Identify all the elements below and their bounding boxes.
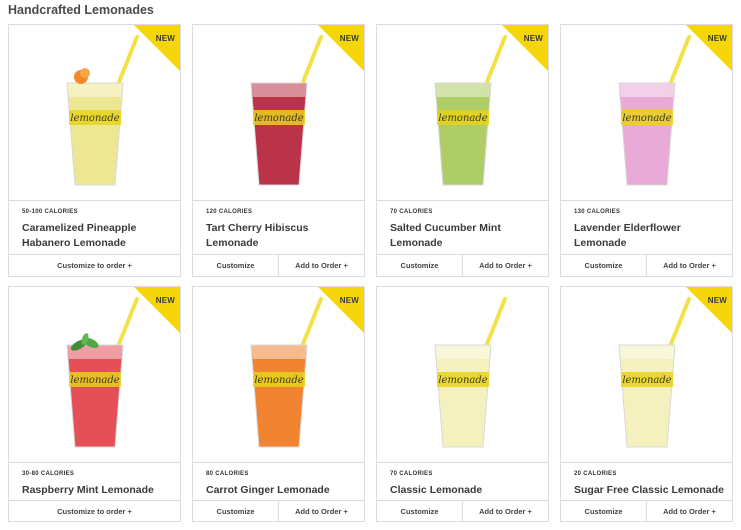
product-card-classic-lemonade[interactable]: lemonade 70 CALORIES Classic Lemonade Cu… bbox=[376, 286, 549, 522]
new-badge: NEW bbox=[318, 287, 364, 333]
calories-label: 70 CALORIES bbox=[390, 209, 433, 215]
divider bbox=[193, 200, 364, 201]
card-actions: Customize Add to Order + bbox=[193, 500, 364, 521]
calories-label: 20 CALORIES bbox=[574, 471, 617, 477]
cup-label: lemonade bbox=[622, 375, 671, 386]
product-name[interactable]: Caramelized Pineapple Habanero Lemonade bbox=[22, 221, 172, 251]
product-name[interactable]: Sugar Free Classic Lemonade bbox=[574, 483, 724, 498]
divider bbox=[377, 462, 548, 463]
calories-label: 50-100 CALORIES bbox=[22, 209, 78, 215]
product-image[interactable]: lemonade bbox=[377, 287, 548, 462]
customize-button[interactable]: Customize bbox=[193, 501, 278, 521]
product-card-raspberry-mint-lemonade[interactable]: lemonade NEW 30-80 CALORIES Raspberry Mi… bbox=[8, 286, 181, 522]
cup-label: lemonade bbox=[438, 375, 487, 386]
divider bbox=[561, 200, 732, 201]
lemonade-cup-icon: lemonade bbox=[434, 297, 507, 448]
divider bbox=[9, 462, 180, 463]
card-actions: Customize Add to Order + bbox=[561, 254, 732, 276]
product-name[interactable]: Lavender Elderflower Lemonade bbox=[574, 221, 724, 251]
divider bbox=[561, 462, 732, 463]
divider bbox=[377, 200, 548, 201]
customize-to-order-button[interactable]: Customize to order + bbox=[9, 501, 180, 521]
card-actions: Customize to order + bbox=[9, 254, 180, 276]
product-card-tart-cherry-hibiscus-lemonade[interactable]: lemonade NEW 120 CALORIES Tart Cherry Hi… bbox=[192, 24, 365, 277]
add-to-order-button[interactable]: Add to Order + bbox=[646, 501, 732, 521]
new-badge: NEW bbox=[686, 25, 732, 71]
product-name[interactable]: Classic Lemonade bbox=[390, 483, 540, 498]
new-badge: NEW bbox=[686, 287, 732, 333]
add-to-order-button[interactable]: Add to Order + bbox=[278, 501, 364, 521]
customize-button[interactable]: Customize bbox=[377, 255, 462, 276]
customize-button[interactable]: Customize bbox=[193, 255, 278, 276]
add-to-order-button[interactable]: Add to Order + bbox=[462, 501, 548, 521]
add-to-order-button[interactable]: Add to Order + bbox=[646, 255, 732, 276]
calories-label: 70 CALORIES bbox=[390, 471, 433, 477]
customize-to-order-button[interactable]: Customize to order + bbox=[9, 255, 180, 276]
card-actions: Customize Add to Order + bbox=[377, 254, 548, 276]
product-name[interactable]: Carrot Ginger Lemonade bbox=[206, 483, 356, 498]
divider bbox=[9, 200, 180, 201]
card-actions: Customize Add to Order + bbox=[193, 254, 364, 276]
product-grid: lemonade NEW 50-100 CALORIES Caramelized… bbox=[8, 24, 733, 522]
cup-label: lemonade bbox=[622, 113, 671, 124]
customize-button[interactable]: Customize bbox=[377, 501, 462, 521]
add-to-order-button[interactable]: Add to Order + bbox=[462, 255, 548, 276]
card-actions: Customize Add to Order + bbox=[561, 500, 732, 521]
product-card-lavender-elderflower-lemonade[interactable]: lemonade NEW 130 CALORIES Lavender Elder… bbox=[560, 24, 733, 277]
cup-label: lemonade bbox=[70, 113, 119, 124]
new-badge: NEW bbox=[134, 25, 180, 71]
card-actions: Customize to order + bbox=[9, 500, 180, 521]
product-name[interactable]: Tart Cherry Hibiscus Lemonade bbox=[206, 221, 356, 251]
calories-label: 130 CALORIES bbox=[574, 209, 621, 215]
new-badge: NEW bbox=[502, 25, 548, 71]
product-card-caramelized-pineapple-habanero-lemonade[interactable]: lemonade NEW 50-100 CALORIES Caramelized… bbox=[8, 24, 181, 277]
card-actions: Customize Add to Order + bbox=[377, 500, 548, 521]
new-badge: NEW bbox=[134, 287, 180, 333]
customize-button[interactable]: Customize bbox=[561, 501, 646, 521]
orange-garnish-icon bbox=[74, 68, 90, 84]
divider bbox=[193, 462, 364, 463]
calories-label: 30-80 CALORIES bbox=[22, 471, 75, 477]
product-card-sugar-free-classic-lemonade[interactable]: lemonade NEW 20 CALORIES Sugar Free Clas… bbox=[560, 286, 733, 522]
cup-label: lemonade bbox=[438, 113, 487, 124]
product-card-carrot-ginger-lemonade[interactable]: lemonade NEW 80 CALORIES Carrot Ginger L… bbox=[192, 286, 365, 522]
cup-label: lemonade bbox=[70, 375, 119, 386]
cup-label: lemonade bbox=[254, 113, 303, 124]
section-title: Handcrafted Lemonades bbox=[8, 3, 154, 17]
new-badge: NEW bbox=[318, 25, 364, 71]
add-to-order-button[interactable]: Add to Order + bbox=[278, 255, 364, 276]
customize-button[interactable]: Customize bbox=[561, 255, 646, 276]
product-name[interactable]: Salted Cucumber Mint Lemonade bbox=[390, 221, 540, 251]
cup-label: lemonade bbox=[254, 375, 303, 386]
product-name[interactable]: Raspberry Mint Lemonade bbox=[22, 483, 172, 498]
product-card-salted-cucumber-mint-lemonade[interactable]: lemonade NEW 70 CALORIES Salted Cucumber… bbox=[376, 24, 549, 277]
calories-label: 80 CALORIES bbox=[206, 471, 249, 477]
calories-label: 120 CALORIES bbox=[206, 209, 253, 215]
